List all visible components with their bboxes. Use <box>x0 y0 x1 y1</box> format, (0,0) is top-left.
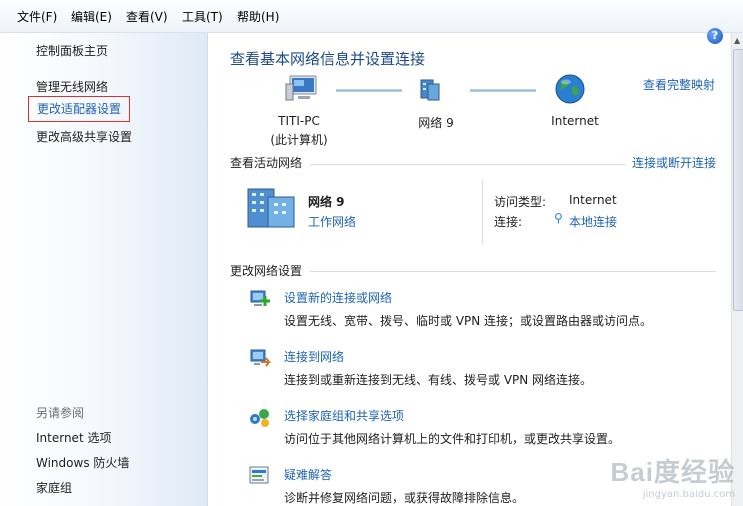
help-icon[interactable]: ? <box>707 28 723 44</box>
map-internet-node <box>552 73 588 108</box>
troubleshoot-link[interactable]: 疑难解答 <box>284 466 332 483</box>
active-network-icon <box>246 183 298 232</box>
access-type-value: Internet <box>569 193 617 207</box>
vertical-divider <box>482 180 483 244</box>
map-network-node <box>412 76 448 105</box>
active-network-name: 网络 9 <box>308 195 345 209</box>
scrollbar-thumb[interactable] <box>733 49 743 311</box>
map-link-line <box>336 89 402 92</box>
watermark: Bai度经验 jingyan.baidu.com <box>611 452 735 500</box>
advanced-sharing-link[interactable]: 更改高级共享设置 <box>36 128 132 145</box>
network-type-link[interactable]: 工作网络 <box>308 213 356 230</box>
watermark-brand: Bai度经验 <box>610 457 735 487</box>
menu-edit[interactable]: 编辑(E) <box>71 8 112 25</box>
manage-wireless-link[interactable]: 管理无线网络 <box>36 78 108 95</box>
setup-new-connection-desc: 设置无线、宽带、拨号、临时或 VPN 连接；或设置路由器或访问点。 <box>284 314 653 328</box>
menu-view[interactable]: 查看(V) <box>126 8 168 25</box>
control-panel-home-link[interactable]: 控制面板主页 <box>36 42 108 59</box>
menu-tools[interactable]: 工具(T) <box>182 8 223 25</box>
map-computer-sub: (此计算机) <box>270 133 328 147</box>
globe-icon <box>555 74 585 104</box>
connect-to-network-desc: 连接到或重新连接到无线、有线、拨号或 VPN 网络连接。 <box>284 373 593 387</box>
homegroup-link[interactable]: 家庭组 <box>36 479 72 496</box>
see-also-heading: 另请参阅 <box>36 406 85 420</box>
troubleshoot-icon <box>248 464 272 488</box>
connect-disconnect-link[interactable]: 连接或断开连接 <box>632 154 716 171</box>
vertical-scrollbar[interactable]: ▲ <box>731 33 743 506</box>
menu-help[interactable]: 帮助(H) <box>237 8 279 25</box>
new-connection-icon <box>248 287 272 311</box>
homegroup-sharing-desc: 访问位于其他网络计算机上的文件和打印机，或更改共享设置。 <box>284 432 621 446</box>
windows-firewall-link[interactable]: Windows 防火墙 <box>36 454 129 471</box>
menu-bar: 文件(F) 编辑(E) 查看(V) 工具(T) 帮助(H) <box>0 0 743 33</box>
setup-new-connection-link[interactable]: 设置新的连接或网络 <box>284 289 392 306</box>
connect-to-network-link[interactable]: 连接到网络 <box>284 348 344 365</box>
menu-file[interactable]: 文件(F) <box>17 8 57 25</box>
change-adapter-settings-link[interactable]: 更改适配器设置 <box>28 96 131 122</box>
divider <box>310 271 716 272</box>
map-computer-node <box>270 74 332 107</box>
connection-plug-icon: ⚲ <box>554 211 563 225</box>
change-settings-heading: 更改网络设置 <box>230 264 303 278</box>
access-type-label: 访问类型: <box>494 195 547 209</box>
connect-to-network-icon <box>248 346 272 370</box>
watermark-url: jingyan.baidu.com <box>642 489 735 500</box>
map-computer-name: TITI-PC <box>278 114 320 128</box>
network-icon <box>420 79 440 101</box>
homegroup-sharing-icon <box>248 405 272 429</box>
map-network-label: 网络 9 <box>418 116 454 130</box>
internet-options-link[interactable]: Internet 选项 <box>36 429 111 446</box>
scroll-up-arrow-icon[interactable]: ▲ <box>734 36 740 45</box>
local-connection-link[interactable]: 本地连接 <box>569 213 617 230</box>
see-full-map-link[interactable]: 查看完整映射 <box>643 76 715 93</box>
homegroup-sharing-link[interactable]: 选择家庭组和共享选项 <box>284 407 404 424</box>
computer-icon <box>285 75 317 101</box>
building-network-icon <box>247 188 295 228</box>
divider <box>310 164 626 165</box>
connection-label: 连接: <box>494 215 523 229</box>
left-nav-pane: 控制面板主页 管理无线网络 更改适配器设置 更改高级共享设置 另请参阅 Inte… <box>0 33 208 506</box>
troubleshoot-desc: 诊断并修复网络问题，或获得故障排除信息。 <box>284 491 525 505</box>
active-networks-heading: 查看活动网络 <box>230 156 303 170</box>
page-title: 查看基本网络信息并设置连接 <box>230 50 426 68</box>
map-link-line <box>470 89 536 92</box>
map-internet-label: Internet <box>551 114 599 128</box>
